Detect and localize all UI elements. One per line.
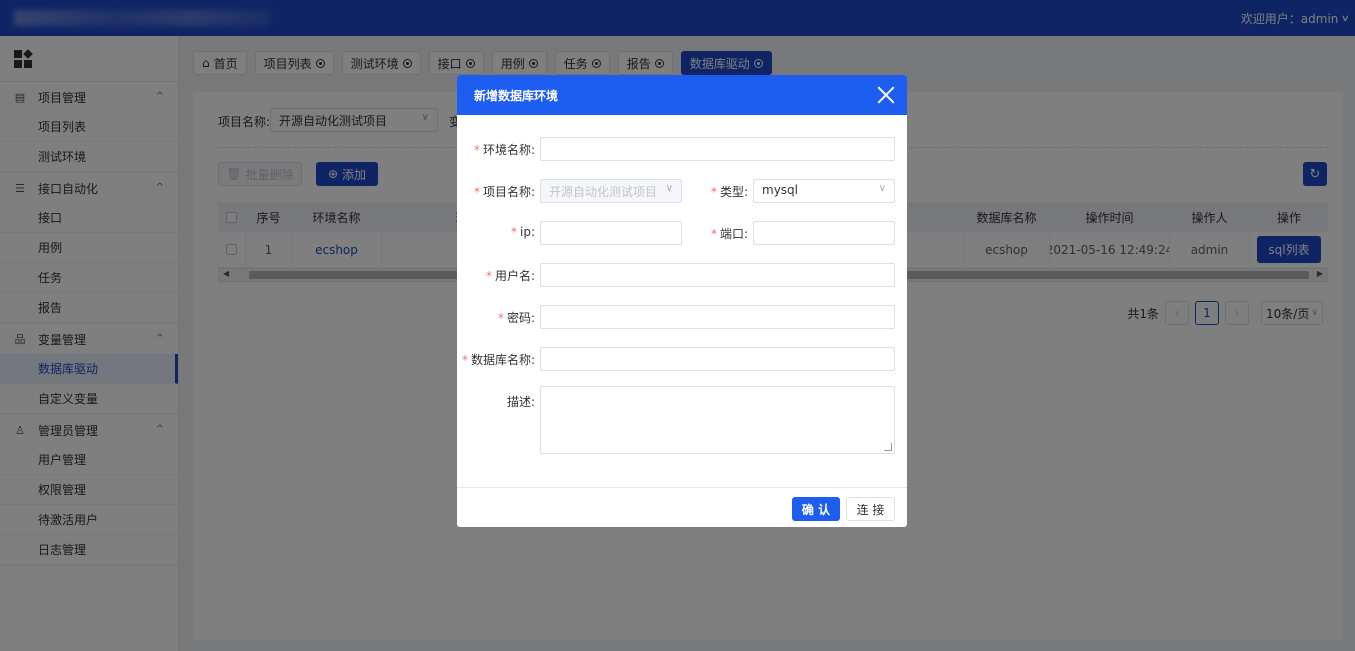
- close-icon[interactable]: [877, 86, 895, 104]
- username-input[interactable]: [540, 263, 895, 287]
- ip-label: * ip:: [511, 225, 535, 239]
- dialog-title: 新增数据库环境: [474, 88, 559, 103]
- confirm-button[interactable]: 确 认: [792, 497, 840, 521]
- ip-input[interactable]: [540, 221, 682, 245]
- type-select-value: mysql: [762, 183, 798, 197]
- description-textarea[interactable]: [540, 386, 895, 454]
- resize-handle-icon[interactable]: [884, 443, 892, 451]
- description-label: 描述:: [506, 395, 535, 409]
- dialog-footer: 确 认 连 接: [457, 487, 907, 527]
- env-name-input[interactable]: [540, 137, 895, 161]
- project-select-value: 开源自动化测试项目: [549, 185, 658, 199]
- password-input[interactable]: [540, 305, 895, 329]
- project-label: * 项目名称:: [473, 185, 535, 199]
- port-input[interactable]: [753, 221, 895, 245]
- type-label: * 类型:: [710, 185, 748, 199]
- env-name-label: * 环境名称:: [473, 143, 535, 157]
- new-db-env-dialog: 新增数据库环境 * 环境名称: * 项目名称: 开源自动化测试项目 ∨ * 类型: m…: [457, 75, 907, 527]
- db-name-label: * 数据库名称:: [461, 353, 535, 367]
- type-select[interactable]: mysql ∨: [753, 179, 895, 203]
- password-label: * 密码:: [497, 311, 535, 325]
- connect-button[interactable]: 连 接: [846, 497, 895, 521]
- project-select: 开源自动化测试项目 ∨: [540, 179, 682, 203]
- chevron-down-icon: ∨: [665, 183, 673, 194]
- port-label: * 端口:: [710, 227, 748, 241]
- db-name-input[interactable]: [540, 347, 895, 371]
- chevron-down-icon: ∨: [878, 183, 886, 194]
- dialog-header: 新增数据库环境: [457, 75, 907, 115]
- username-label: * 用户名:: [485, 269, 535, 283]
